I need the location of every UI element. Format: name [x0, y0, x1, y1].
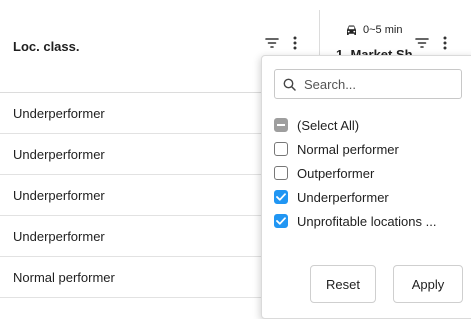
loc-class-cell: Underperformer [13, 106, 105, 121]
search-icon [283, 78, 296, 91]
checkbox-unprofitable-locations[interactable] [274, 214, 288, 228]
option-label: Unprofitable locations ... [297, 213, 437, 229]
menu-dots-icon[interactable] [288, 35, 302, 51]
option-label: Underperformer [297, 189, 389, 205]
menu-dots-icon[interactable] [438, 35, 452, 51]
option-label: Outperformer [297, 165, 375, 181]
loc-class-cell: Underperformer [13, 188, 105, 203]
travel-time-label: 0~5 min [363, 24, 403, 36]
filter-option-select-all[interactable]: (Select All) [274, 115, 359, 135]
filter-icon[interactable] [265, 35, 279, 51]
reset-button[interactable]: Reset [310, 265, 376, 303]
loc-class-cell: Normal performer [13, 270, 115, 285]
option-label: (Select All) [297, 117, 360, 133]
car-icon [347, 25, 356, 35]
search-box [274, 69, 462, 99]
checkbox-normal-performer[interactable] [274, 142, 288, 156]
checkbox-outperformer[interactable] [274, 166, 288, 180]
apply-button[interactable]: Apply [393, 265, 463, 303]
search-input[interactable] [302, 75, 456, 93]
filter-icon[interactable] [415, 35, 429, 51]
option-label: Normal performer [297, 141, 399, 157]
filter-option-normal-performer[interactable]: Normal performer [274, 139, 399, 159]
checkbox-select-all[interactable] [274, 118, 288, 132]
checkmark-icon [276, 217, 286, 225]
column-header-loc-class[interactable]: Loc. class. [13, 39, 79, 54]
filter-option-underperformer[interactable]: Underperformer [274, 187, 389, 207]
filter-option-outperformer[interactable]: Outperformer [274, 163, 374, 183]
loc-class-cell: Underperformer [13, 229, 105, 244]
checkbox-underperformer[interactable] [274, 190, 288, 204]
column2-travel-time: 0~5 min [345, 24, 402, 36]
checkmark-icon [276, 193, 286, 201]
minus-icon [277, 124, 285, 126]
filter-popup: (Select All) Normal performer Outperform… [261, 55, 471, 319]
filter-option-unprofitable-locations[interactable]: Unprofitable locations ... [274, 211, 436, 231]
loc-class-cell: Underperformer [13, 147, 105, 162]
